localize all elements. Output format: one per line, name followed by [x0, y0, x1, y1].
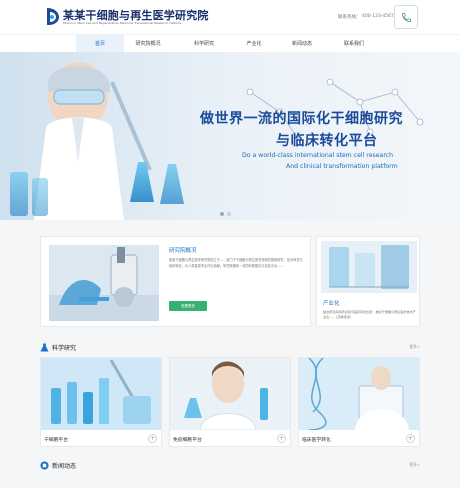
institute-logo[interactable]: [44, 6, 60, 26]
phone-button[interactable]: [394, 5, 418, 29]
news-section-title: 新闻动态: [52, 463, 77, 470]
banner-dot[interactable]: [227, 212, 231, 216]
science-card-immune-cell[interactable]: 免疫细胞平台 +: [169, 357, 291, 447]
science-card-stem-cell[interactable]: 干细胞平台 +: [40, 357, 162, 447]
brand-subtitle: Moumou Stem Cell and Regenerative Medici…: [63, 21, 182, 25]
science-card-clinical[interactable]: 临床医学转化 +: [298, 357, 420, 447]
plus-icon[interactable]: +: [406, 434, 415, 443]
industry-title[interactable]: 产业化: [323, 299, 340, 307]
nav-item-about[interactable]: 研究院概况: [124, 35, 172, 53]
plus-icon[interactable]: +: [277, 434, 286, 443]
plus-icon[interactable]: +: [148, 434, 157, 443]
science-card-label: 免疫细胞平台: [173, 438, 202, 443]
banner-english-1: Do a world-class international stem cell…: [242, 152, 394, 159]
nav-item-research[interactable]: 科学研究: [180, 35, 228, 53]
nav-item-contact[interactable]: 联系我们: [330, 35, 378, 53]
news-more-link[interactable]: 更多+: [409, 462, 420, 468]
site-header: 某某干细胞与再生医学研究院 Moumou Stem Cell and Regen…: [0, 0, 460, 34]
nav-item-home[interactable]: 首页: [76, 35, 124, 53]
banner-dot[interactable]: [220, 212, 224, 216]
science-card-image: [41, 358, 161, 430]
about-image: [49, 245, 159, 321]
science-card-label: 临床医学转化: [302, 438, 331, 443]
about-title[interactable]: 研究院概况: [169, 246, 197, 254]
science-card-image: [299, 358, 419, 430]
science-more-link[interactable]: 更多+: [409, 344, 420, 350]
science-section-header: 科学研究 更多+: [40, 342, 420, 354]
phone-icon: [401, 12, 411, 22]
industry-description: 整合研究院科研资源与临床转化优势，推动干细胞与再生医学技术产业化…… [查看更多…: [323, 310, 416, 319]
hotline-number: 400-123-4567: [362, 14, 394, 19]
about-description: 某某干细胞与再生医学研究院成立于……致力于干细胞与再生医学领域的基础研究、技术研…: [169, 258, 303, 268]
main-nav: 首页 研究院概况 科学研究 产业化 新闻动态 联系我们: [0, 34, 460, 53]
banner-headline-1: 做世界一流的国际化干细胞研究: [200, 111, 403, 127]
science-card-image: [170, 358, 290, 430]
about-card: 研究院概况 某某干细胞与再生医学研究院成立于……致力于干细胞与再生医学领域的基础…: [40, 236, 311, 327]
news-section-header: 新闻动态 更多+: [40, 460, 420, 472]
industry-card: 产业化 整合研究院科研资源与临床转化优势，推动干细胞与再生医学技术产业化…… […: [316, 236, 420, 327]
banner-illustration: [0, 52, 460, 220]
flask-icon: [40, 343, 49, 352]
about-more-button[interactable]: 查看更多: [169, 301, 207, 311]
banner-english-2: And clinical transformation platform: [286, 163, 398, 170]
science-section-title: 科学研究: [52, 345, 77, 352]
banner-headline-2: 与临床转化平台: [276, 133, 378, 149]
hotline-label: 联系热线：: [338, 15, 361, 20]
nav-item-news[interactable]: 新闻动态: [278, 35, 326, 53]
banner-pagination: [220, 212, 231, 216]
industry-image: [321, 241, 417, 293]
science-card-label: 干细胞平台: [44, 438, 68, 443]
news-icon: [40, 461, 49, 470]
hero-banner[interactable]: 做世界一流的国际化干细胞研究 与临床转化平台 Do a world-class …: [0, 52, 460, 220]
nav-item-industry[interactable]: 产业化: [230, 35, 278, 53]
